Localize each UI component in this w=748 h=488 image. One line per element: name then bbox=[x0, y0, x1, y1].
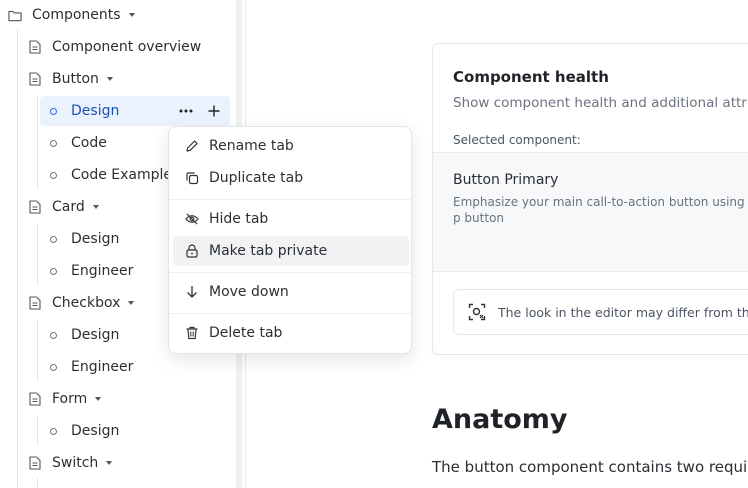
sidebar-item-label: Code bbox=[71, 135, 107, 151]
eye-off-icon bbox=[185, 212, 199, 226]
menu-item-label: Move down bbox=[209, 284, 289, 300]
sidebar-item-card-design[interactable]: Design bbox=[40, 224, 119, 254]
sidebar-item-label: Engineer bbox=[71, 359, 134, 375]
sidebar-item-label: Design bbox=[71, 231, 120, 247]
sidebar-item-label: Card bbox=[52, 199, 85, 215]
tab-dot-icon bbox=[50, 267, 57, 275]
selected-component-label: Selected component: bbox=[453, 133, 581, 147]
page-icon bbox=[28, 72, 42, 86]
sidebar-root-components[interactable]: Components bbox=[8, 0, 135, 30]
tab-dot-icon bbox=[50, 363, 57, 371]
chevron-down-icon[interactable] bbox=[128, 301, 135, 305]
menu-item-move-down[interactable]: Move down bbox=[173, 277, 409, 307]
sidebar-item-label: Component overview bbox=[52, 39, 202, 55]
sidebar-item-checkbox-engineer[interactable]: Engineer bbox=[40, 352, 133, 382]
tree-guide bbox=[37, 320, 38, 382]
sidebar-item-checkbox[interactable]: Checkbox bbox=[28, 288, 135, 318]
menu-divider bbox=[169, 313, 411, 314]
sidebar-item-card[interactable]: Card bbox=[28, 192, 99, 222]
sidebar-item-label: Switch bbox=[52, 455, 99, 471]
sidebar-item-button-code[interactable]: Code bbox=[40, 128, 107, 158]
menu-item-label: Hide tab bbox=[209, 211, 269, 227]
menu-divider bbox=[169, 199, 411, 200]
tab-context-menu: Rename tab Duplicate tab Hide tab Make t… bbox=[168, 126, 412, 354]
tab-dot-icon bbox=[50, 427, 57, 435]
menu-item-rename-tab[interactable]: Rename tab bbox=[173, 131, 409, 161]
duplicate-icon bbox=[185, 171, 199, 185]
menu-item-duplicate-tab[interactable]: Duplicate tab bbox=[173, 163, 409, 193]
sidebar-item-switch[interactable]: Switch bbox=[28, 448, 113, 478]
folder-icon bbox=[8, 8, 22, 22]
sidebar-item-button-code-examples[interactable]: Code Examples bbox=[40, 160, 179, 190]
menu-item-delete-tab[interactable]: Delete tab bbox=[173, 318, 409, 348]
menu-item-label: Duplicate tab bbox=[209, 170, 304, 186]
sidebar-item-checkbox-design[interactable]: Design bbox=[40, 320, 119, 350]
page-icon bbox=[28, 40, 42, 54]
tab-dot-icon bbox=[50, 107, 57, 115]
menu-divider bbox=[169, 272, 411, 273]
chevron-down-icon[interactable] bbox=[106, 77, 113, 81]
arrow-down-icon bbox=[185, 285, 199, 299]
sidebar-item-label: Design bbox=[71, 423, 120, 439]
component-health-card: Component health Show component health a… bbox=[432, 43, 748, 355]
lock-icon bbox=[185, 244, 199, 258]
sidebar-item-card-engineer[interactable]: Engineer bbox=[40, 256, 133, 286]
sidebar-item-form-design[interactable]: Design bbox=[40, 416, 119, 446]
tree-guide bbox=[37, 224, 38, 286]
menu-item-hide-tab[interactable]: Hide tab bbox=[173, 204, 409, 234]
tree-guide bbox=[37, 416, 38, 446]
sidebar-item-label: Engineer bbox=[71, 263, 134, 279]
scan-icon bbox=[468, 303, 486, 321]
pencil-icon bbox=[185, 139, 199, 153]
more-icon[interactable] bbox=[178, 103, 194, 119]
row-actions bbox=[178, 96, 222, 126]
card-title: Component health bbox=[453, 68, 609, 86]
chevron-down-icon[interactable] bbox=[92, 205, 99, 209]
page-icon bbox=[28, 200, 42, 214]
sidebar-item-label: Design bbox=[71, 103, 120, 119]
sidebar-item-label: Design bbox=[71, 327, 120, 343]
editor-notice-text: The look in the editor may differ from t… bbox=[498, 304, 748, 320]
tree-guide bbox=[37, 96, 38, 190]
section-heading-anatomy: Anatomy bbox=[432, 404, 568, 435]
tree-guide bbox=[37, 478, 38, 488]
tab-dot-icon bbox=[50, 171, 57, 179]
chevron-down-icon[interactable] bbox=[128, 13, 135, 17]
sidebar-item-label: Code Examples bbox=[71, 167, 180, 183]
page-icon bbox=[28, 296, 42, 310]
tab-dot-icon bbox=[50, 331, 57, 339]
chevron-down-icon[interactable] bbox=[95, 397, 102, 401]
sidebar-item-label: Checkbox bbox=[52, 295, 121, 311]
chevron-down-icon[interactable] bbox=[106, 461, 113, 465]
menu-item-label: Delete tab bbox=[209, 325, 283, 341]
menu-item-make-tab-private[interactable]: Make tab private bbox=[173, 236, 409, 266]
trash-icon bbox=[185, 326, 199, 340]
plus-icon[interactable] bbox=[206, 103, 222, 119]
sidebar-item-label: Form bbox=[52, 391, 88, 407]
page-icon bbox=[28, 456, 42, 470]
anatomy-paragraph: The button component contains two requi bbox=[432, 458, 748, 476]
tree-guide bbox=[17, 30, 18, 488]
page-icon bbox=[28, 392, 42, 406]
card-subtitle: Show component health and additional att… bbox=[453, 95, 748, 111]
tab-dot-icon bbox=[50, 139, 57, 147]
sidebar-item-button[interactable]: Button bbox=[28, 64, 113, 94]
sidebar-item-form[interactable]: Form bbox=[28, 384, 102, 414]
menu-item-label: Make tab private bbox=[209, 243, 328, 259]
sidebar-item-button-design[interactable]: Design bbox=[40, 96, 230, 126]
component-description: Emphasize your main call-to-action butto… bbox=[453, 195, 748, 225]
sidebar-item-label: Button bbox=[52, 71, 99, 87]
tab-dot-icon bbox=[50, 235, 57, 243]
editor-notice: The look in the editor may differ from t… bbox=[453, 289, 748, 335]
component-name: Button Primary bbox=[453, 172, 559, 188]
sidebar-root-label: Components bbox=[32, 7, 121, 23]
menu-item-label: Rename tab bbox=[209, 138, 294, 154]
selected-component-panel[interactable]: Button Primary Emphasize your main call-… bbox=[433, 152, 748, 272]
sidebar-item-component-overview[interactable]: Component overview bbox=[28, 32, 201, 62]
